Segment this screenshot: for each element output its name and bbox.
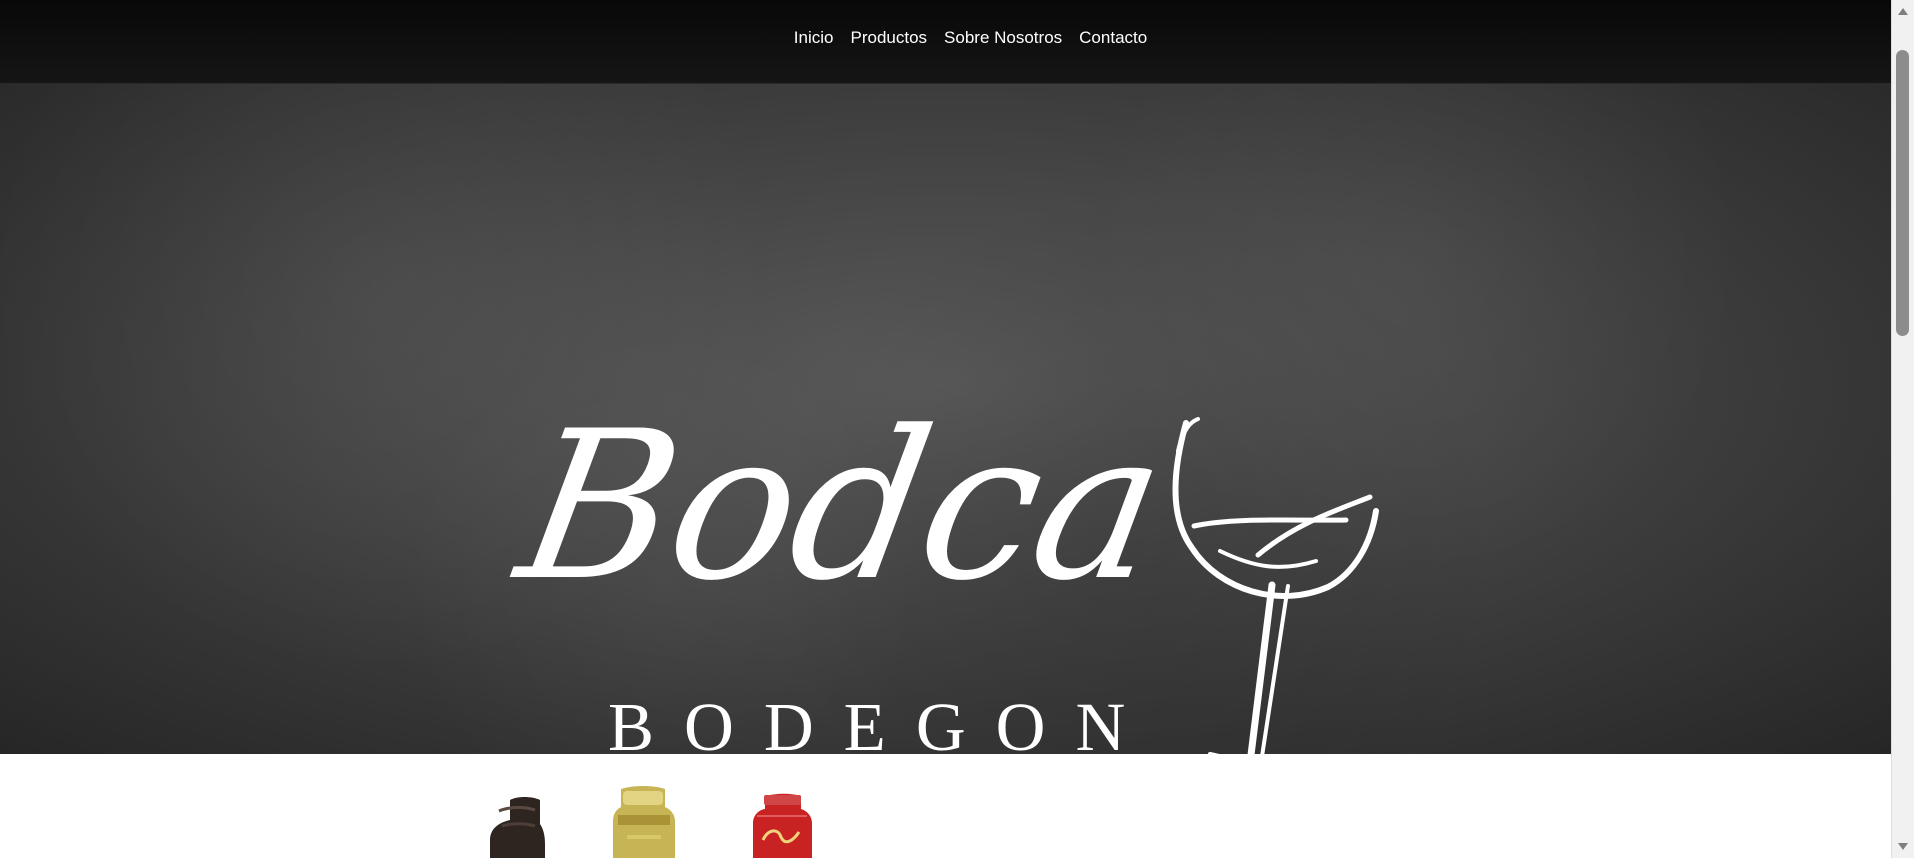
- product-bottle-dark-image[interactable]: [485, 792, 545, 858]
- scroll-up-icon[interactable]: [1898, 8, 1908, 15]
- main-navigation: Inicio Productos Sobre Nosotros Contacto: [0, 27, 1891, 49]
- nav-link-contacto[interactable]: Contacto: [1079, 27, 1147, 49]
- scrollbar-thumb[interactable]: [1896, 50, 1909, 336]
- vertical-scrollbar[interactable]: [1891, 0, 1914, 858]
- nav-link-productos[interactable]: Productos: [850, 27, 927, 49]
- nav-link-inicio[interactable]: Inicio: [794, 27, 834, 49]
- wine-glass-icon: [1172, 417, 1379, 754]
- top-navbar: Inicio Productos Sobre Nosotros Contacto: [0, 0, 1891, 84]
- nav-link-sobre-nosotros[interactable]: Sobre Nosotros: [944, 27, 1062, 49]
- product-bottle-red-image[interactable]: [750, 791, 814, 858]
- featured-products-strip: [0, 754, 1891, 858]
- browser-page: Inicio Productos Sobre Nosotros Contacto…: [0, 0, 1914, 858]
- scroll-down-icon[interactable]: [1898, 843, 1908, 850]
- hero-banner: Bodca BODEGON: [0, 83, 1891, 754]
- page-viewport: Inicio Productos Sobre Nosotros Contacto…: [0, 0, 1891, 858]
- product-bottle-gold-image[interactable]: [606, 784, 678, 858]
